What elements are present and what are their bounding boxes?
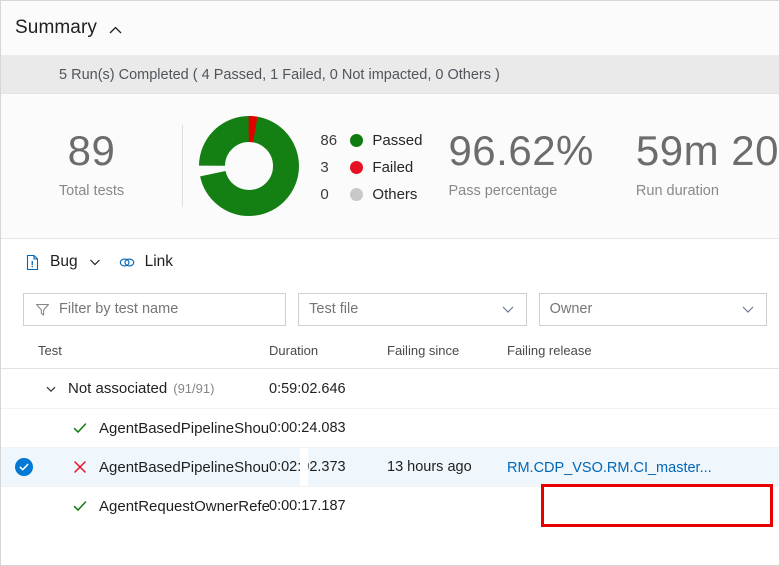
link-icon — [118, 253, 136, 271]
test-row-test-cell: AgentRequestOwnerRefer — [1, 497, 269, 515]
donut-svg — [198, 116, 299, 216]
legend-count-others: 0 — [320, 185, 329, 203]
search-placeholder: Filter by test name — [59, 301, 179, 317]
row-checkbox-checked[interactable] — [15, 458, 33, 476]
row-highlight-notch — [300, 448, 308, 486]
group-row-test-cell: Not associated (91/91) — [1, 380, 269, 398]
chevron-down-icon[interactable] — [42, 380, 60, 398]
table-row[interactable]: AgentRequestOwnerRefer 0:00:17.187 — [1, 486, 779, 525]
pass-percentage-stat: 96.62% Pass percentage — [448, 126, 594, 203]
table-row[interactable]: AgentBasedPipelineShoul 0:00:24.083 — [1, 408, 779, 447]
column-header-test[interactable]: Test — [1, 343, 269, 358]
test-file-dropdown[interactable]: Test file — [298, 292, 527, 326]
chevron-down-icon[interactable] — [500, 301, 516, 317]
results-table-body: Not associated (91/91) 0:59:02.646 Agent… — [1, 369, 779, 525]
row-failing-since: 13 hours ago — [387, 459, 472, 475]
bug-button[interactable]: Bug — [23, 247, 102, 277]
run-duration-label: Run duration — [635, 183, 719, 200]
bug-file-icon — [23, 253, 41, 271]
legend-label-failed: Failed — [372, 158, 414, 176]
test-name: AgentBasedPipelineShoul — [99, 458, 269, 476]
failing-release-link[interactable]: RM.CDP_VSO.RM.CI_master... — [507, 460, 712, 476]
summary-header[interactable]: Summary — [1, 1, 779, 56]
group-count: (91/91) — [173, 381, 215, 396]
legend-dot-failed — [350, 160, 364, 174]
legend-label-others: Others — [372, 185, 418, 203]
link-button[interactable]: Link — [118, 247, 173, 277]
bug-label: Bug — [50, 253, 78, 270]
row-duration: 0:00:24.083 — [269, 420, 346, 436]
chevron-down-icon[interactable] — [88, 255, 102, 269]
test-name: AgentRequestOwnerRefer — [99, 497, 269, 515]
failed-x-icon — [71, 458, 89, 476]
legend-item-passed: 86 Passed — [320, 131, 422, 149]
outcome-donut-chart — [183, 114, 314, 218]
table-row[interactable]: Not associated (91/91) 0:59:02.646 — [1, 369, 779, 408]
filter-icon — [34, 301, 50, 317]
column-header-failing-release[interactable]: Failing release — [507, 343, 707, 358]
legend-count-passed: 86 — [320, 131, 338, 149]
legend-item-others: 0 Others — [320, 185, 422, 203]
run-duration-value: 59m 20 — [635, 126, 779, 174]
passed-check-icon — [71, 419, 89, 437]
run-status-bar: 5 Run(s) Completed ( 4 Passed, 1 Failed,… — [1, 56, 779, 94]
search-input[interactable]: Filter by test name — [23, 292, 287, 326]
test-row-test-cell: AgentBasedPipelineShoul — [1, 419, 269, 437]
row-duration: 0:00:17.187 — [269, 498, 346, 514]
owner-value: Owner — [549, 301, 593, 317]
legend-dot-others — [350, 187, 364, 201]
row-failing-release: RM.CDP_VSO.RM.CI_master... — [507, 459, 712, 476]
owner-dropdown[interactable]: Owner — [538, 292, 767, 326]
legend-label-passed: Passed — [372, 131, 423, 149]
command-toolbar: Bug Link — [1, 239, 779, 285]
total-tests-value: 89 — [67, 126, 116, 174]
table-row-selected[interactable]: AgentBasedPipelineShoul 0:02:02.373 13 h… — [1, 447, 779, 486]
test-name: AgentBasedPipelineShoul — [99, 419, 269, 437]
pass-percentage-label: Pass percentage — [448, 183, 558, 200]
legend-count-failed: 3 — [320, 158, 329, 176]
test-file-value: Test file — [309, 301, 359, 317]
chart-legend: 86 Passed 3 Failed 0 Others — [320, 129, 422, 203]
run-duration-stat: 59m 20 Run duration — [635, 126, 779, 203]
chevron-up-icon[interactable] — [107, 22, 124, 39]
test-row-test-cell: AgentBasedPipelineShoul — [1, 458, 269, 476]
run-status-text: 5 Run(s) Completed ( 4 Passed, 1 Failed,… — [59, 66, 500, 83]
test-results-summary-panel: Summary 5 Run(s) Completed ( 4 Passed, 1… — [0, 0, 780, 566]
row-duration: 0:59:02.646 — [269, 380, 346, 397]
total-tests-label: Total tests — [58, 183, 125, 200]
legend-item-failed: 3 Failed — [320, 158, 422, 176]
link-label: Link — [144, 253, 174, 270]
total-tests-stat: 89 Total tests — [1, 126, 182, 203]
column-header-duration[interactable]: Duration — [269, 343, 387, 358]
column-header-failing-since[interactable]: Failing since — [387, 343, 507, 358]
group-name: Not associated — [68, 380, 168, 397]
chevron-down-icon[interactable] — [740, 301, 756, 317]
results-table-header: Test Duration Failing since Failing rele… — [1, 333, 779, 369]
stats-strip: 89 Total tests 86 Passed 3 Failed 0 Othe… — [1, 94, 779, 239]
filter-bar: Filter by test name Test file Owner — [1, 285, 779, 333]
legend-dot-passed — [350, 133, 364, 147]
passed-check-icon — [71, 497, 89, 515]
pass-percentage-value: 96.62% — [448, 126, 594, 174]
row-duration: 0:02:02.373 — [269, 459, 387, 475]
page-title: Summary — [15, 17, 97, 38]
